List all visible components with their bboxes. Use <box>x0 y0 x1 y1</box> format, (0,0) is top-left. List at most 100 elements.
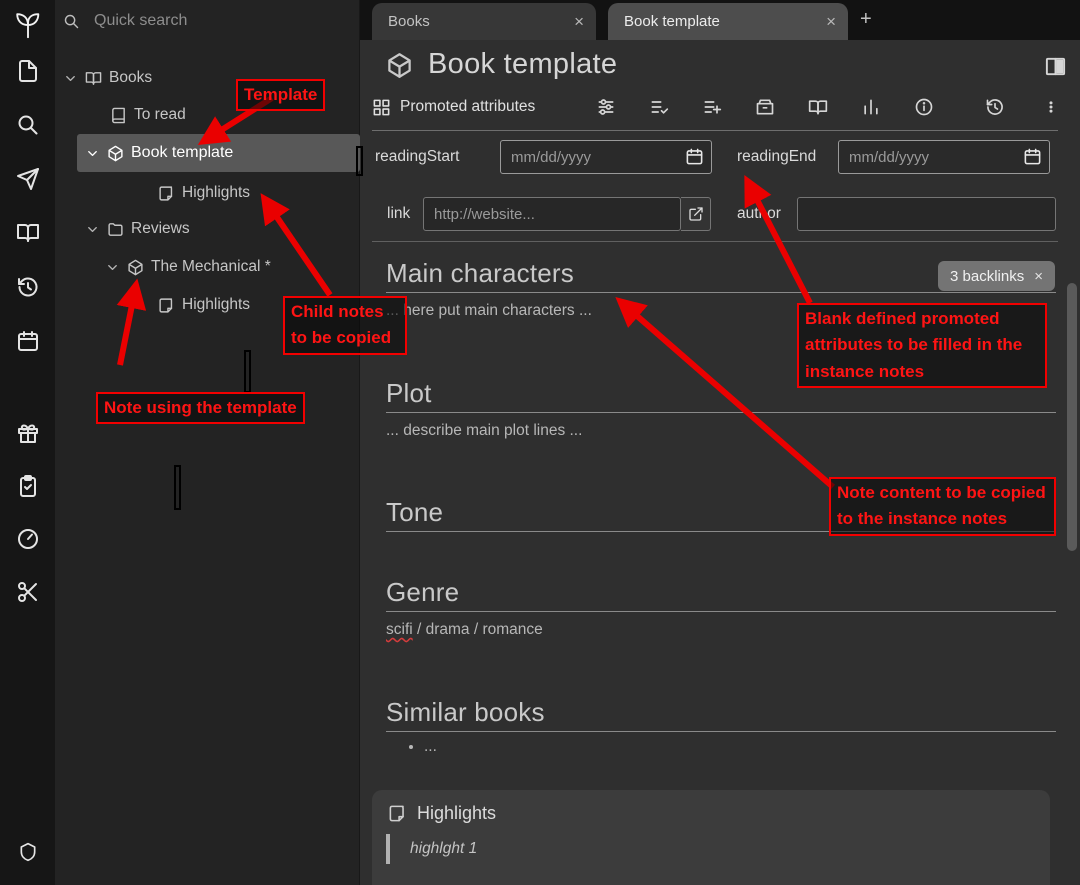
section-body-genre[interactable]: scifi / drama / romance <box>386 621 543 639</box>
jump-to-icon[interactable] <box>16 167 40 191</box>
ribbon-tab-label: Promoted attributes <box>400 98 535 116</box>
split-view-icon[interactable] <box>1044 55 1067 78</box>
history-icon[interactable] <box>985 97 1005 117</box>
archive-icon[interactable] <box>755 97 775 117</box>
search-icon[interactable] <box>16 113 40 137</box>
recent-changes-icon[interactable] <box>16 275 40 299</box>
app-window: Quick search Books To read Book template… <box>0 0 1080 885</box>
folder-icon <box>107 221 124 238</box>
list-item[interactable]: ... <box>424 738 437 756</box>
cut-icon[interactable] <box>16 580 40 604</box>
reading-start-input[interactable] <box>500 140 712 174</box>
quick-search-input[interactable]: Quick search <box>63 12 187 30</box>
heading-rule <box>386 292 1056 293</box>
child-note-title: Highlights <box>417 803 496 824</box>
child-note-link[interactable]: Highlights <box>388 803 496 824</box>
section-heading-genre: Genre <box>386 577 459 608</box>
link-input[interactable] <box>423 197 681 231</box>
heading-rule <box>386 412 1056 413</box>
tree-item-highlights[interactable]: Highlights <box>158 179 250 207</box>
scrollbar-thumb[interactable] <box>1067 283 1077 551</box>
ribbon-tab-promoted-attributes[interactable]: Promoted attributes <box>372 98 535 117</box>
ribbon: Promoted attributes <box>372 94 1058 120</box>
tab-book-template[interactable]: Book template × <box>608 3 848 40</box>
list-plus-icon[interactable] <box>702 97 722 117</box>
dashboard-icon[interactable] <box>16 527 40 551</box>
chevron-down-icon[interactable] <box>63 71 78 86</box>
tree-item-label: The Mechanical * <box>151 258 271 276</box>
similar-books-list: ... <box>410 738 437 756</box>
tree-item-book-template[interactable]: Book template <box>77 134 360 172</box>
reading-end-field-wrap <box>838 140 1050 174</box>
chevron-down-icon[interactable] <box>85 146 100 161</box>
divider <box>372 241 1058 242</box>
reading-start-field-wrap <box>500 140 712 174</box>
tab-bar: Books × Book template × + <box>360 0 1080 40</box>
section-heading-tone: Tone <box>386 497 443 528</box>
info-icon[interactable] <box>914 97 934 117</box>
calendar-icon[interactable] <box>16 329 40 353</box>
open-link-button[interactable] <box>681 197 711 231</box>
backlinks-badge[interactable]: 3 backlinks × <box>938 261 1055 291</box>
grid-icon <box>372 98 391 117</box>
bar-chart-icon[interactable] <box>861 97 881 117</box>
tree-item-label: Highlights <box>182 184 250 202</box>
protected-session-icon[interactable] <box>18 842 38 862</box>
tune-sliders-icon[interactable] <box>596 97 616 117</box>
backlinks-count: 3 backlinks <box>950 268 1024 285</box>
gift-icon[interactable] <box>16 421 40 445</box>
new-tab-button[interactable]: + <box>860 8 872 31</box>
tab-books[interactable]: Books × <box>372 3 596 40</box>
tree-item-label: Books <box>109 69 152 87</box>
tab-label: Books <box>388 13 564 30</box>
tasks-icon[interactable] <box>16 474 40 498</box>
note-type-icon <box>386 52 413 79</box>
close-icon[interactable]: × <box>1034 268 1043 285</box>
note-icon <box>158 185 175 202</box>
kebab-menu-icon[interactable] <box>1044 97 1058 117</box>
section-body[interactable]: ... describe main plot lines ... <box>386 422 582 440</box>
child-note-card: Highlights highlght 1 <box>372 790 1050 885</box>
book-icon[interactable] <box>808 97 828 117</box>
heading-rule <box>386 611 1056 612</box>
app-logo[interactable] <box>13 10 43 40</box>
quick-search-placeholder: Quick search <box>94 12 187 30</box>
section-heading-plot: Plot <box>386 378 432 409</box>
tab-label: Book template <box>624 13 816 30</box>
tree-item-highlights-2[interactable]: Highlights <box>158 291 250 319</box>
new-note-icon[interactable] <box>16 59 40 83</box>
reading-start-label: readingStart <box>375 140 459 174</box>
author-field-wrap <box>797 197 1056 231</box>
launcher-rail <box>0 0 55 885</box>
section-heading-similar-books: Similar books <box>386 697 545 728</box>
chevron-down-icon[interactable] <box>85 222 100 237</box>
search-icon <box>63 13 80 30</box>
reading-end-label: readingEnd <box>737 140 816 174</box>
external-link-icon <box>688 206 704 222</box>
bracket-mark <box>244 350 251 393</box>
books-icon[interactable] <box>16 221 40 245</box>
list-check-icon[interactable] <box>649 97 669 117</box>
tree-item-books[interactable]: Books <box>63 64 152 92</box>
bracket-mark <box>174 465 181 510</box>
close-icon[interactable]: × <box>574 13 584 30</box>
book-icon <box>110 107 127 124</box>
close-icon[interactable]: × <box>826 13 836 30</box>
template-cube-icon <box>127 259 144 276</box>
chevron-down-icon[interactable] <box>105 260 120 275</box>
tree-item-label: Book template <box>131 144 233 162</box>
book-open-icon <box>85 70 102 87</box>
section-heading-main-characters: Main characters <box>386 258 574 289</box>
ribbon-icons <box>596 97 1058 117</box>
tree-item-reviews[interactable]: Reviews <box>85 215 190 243</box>
note-title[interactable]: Book template <box>428 48 617 81</box>
tree-item-to-read[interactable]: To read <box>110 101 186 129</box>
annotation-note-content: Note content to be copied to the instanc… <box>829 477 1056 536</box>
reading-end-input[interactable] <box>838 140 1050 174</box>
tree-item-the-mechanical[interactable]: The Mechanical * <box>105 253 271 281</box>
child-note-quote[interactable]: highlght 1 <box>410 840 477 858</box>
section-body[interactable]: ... here put main characters ... <box>386 302 592 320</box>
heading-rule <box>386 731 1056 732</box>
author-input[interactable] <box>797 197 1056 231</box>
genre-rest: / drama / romance <box>413 621 543 638</box>
